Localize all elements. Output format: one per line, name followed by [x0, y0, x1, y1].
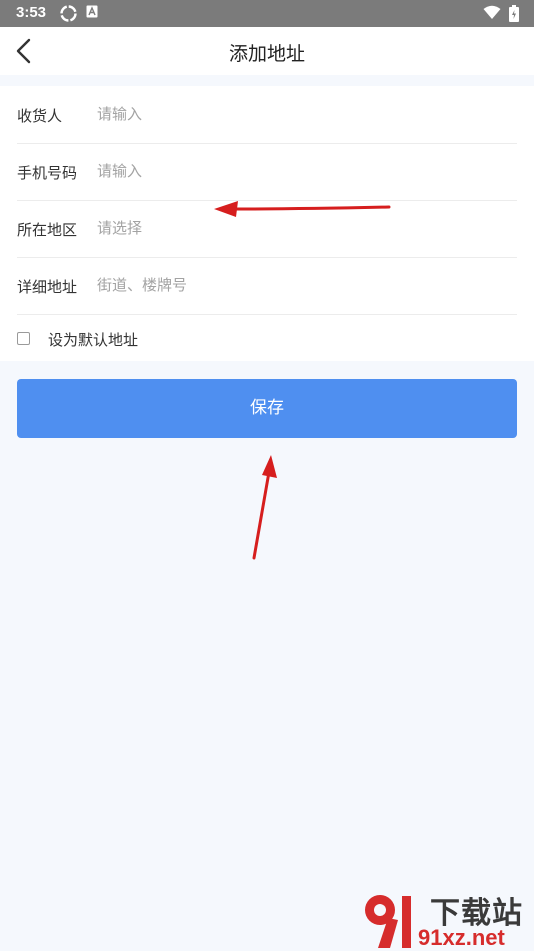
- battery-icon: [509, 5, 519, 22]
- sync-icon: [60, 5, 77, 22]
- region-select[interactable]: [97, 215, 497, 241]
- arrow-to-save-button: [252, 455, 277, 560]
- receiver-label: 收货人: [17, 107, 63, 125]
- status-time: 3:53: [16, 4, 47, 21]
- watermark-logo-icon: [365, 895, 411, 948]
- address-form: 收货人 手机号码 所在地区 详细地址 设为默认地址: [0, 86, 534, 361]
- default-address-toggle[interactable]: 设为默认地址: [17, 327, 317, 353]
- watermark: 下载站 91xz.net: [360, 888, 534, 950]
- form-row-detail-address: 详细地址: [17, 257, 517, 315]
- default-address-checkbox[interactable]: [17, 332, 30, 345]
- save-button[interactable]: 保存: [17, 379, 517, 438]
- phone-input[interactable]: [97, 158, 497, 184]
- form-row-phone: 手机号码: [17, 143, 517, 201]
- detail-address-input[interactable]: [97, 272, 497, 298]
- watermark-bottom-text: 91xz.net: [418, 925, 505, 950]
- page-title: 添加地址: [228, 43, 305, 65]
- region-label: 所在地区: [17, 221, 78, 239]
- default-address-label: 设为默认地址: [48, 331, 139, 349]
- wifi-icon: [483, 5, 501, 19]
- form-row-receiver: 收货人: [17, 86, 517, 144]
- app-bar: 添加地址: [0, 27, 534, 75]
- receiver-input[interactable]: [97, 101, 497, 127]
- phone-label: 手机号码: [17, 164, 78, 182]
- accessibility-icon: [86, 5, 98, 18]
- form-row-region[interactable]: 所在地区: [17, 200, 517, 258]
- status-bar: 3:53: [0, 0, 534, 27]
- detail-address-label: 详细地址: [17, 278, 78, 296]
